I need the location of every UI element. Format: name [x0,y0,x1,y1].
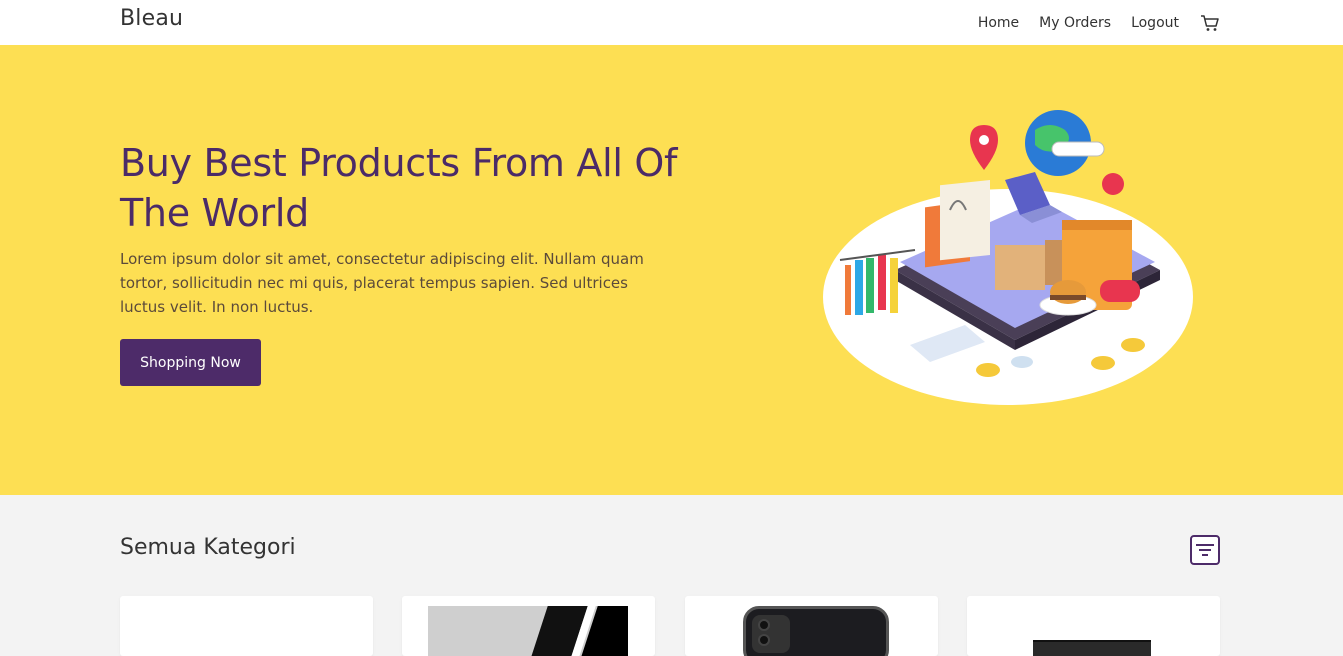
nav-logout-link[interactable]: Logout [1131,15,1179,31]
product-image [428,606,628,656]
product-card[interactable] [402,596,655,656]
brand-logo[interactable]: Bleau [120,6,183,31]
filter-button[interactable] [1190,535,1220,565]
laptop-image [1033,640,1151,656]
product-card[interactable] [120,596,373,656]
nav-home-link[interactable]: Home [978,15,1019,31]
hero-title: Buy Best Products From All Of The World [120,141,678,235]
online-shopping-illustration [800,80,1220,440]
nav-my-orders-link[interactable]: My Orders [1039,15,1111,31]
product-card[interactable] [685,596,938,656]
shopping-cart-icon[interactable] [1200,13,1220,33]
smartphone-image [743,606,889,656]
category-section: Semua Kategori [0,495,1343,656]
shopping-now-button[interactable]: Shopping Now [120,339,261,386]
section-title: Semua Kategori [120,535,296,560]
hero-banner: Buy Best Products From All Of The World … [0,45,1343,495]
navbar: Bleau Home My Orders Logout [0,0,1343,45]
nav-links: Home My Orders Logout [958,0,1220,45]
product-card[interactable] [967,596,1220,656]
hero-description: Lorem ipsum dolor sit amet, consectetur … [120,250,644,316]
